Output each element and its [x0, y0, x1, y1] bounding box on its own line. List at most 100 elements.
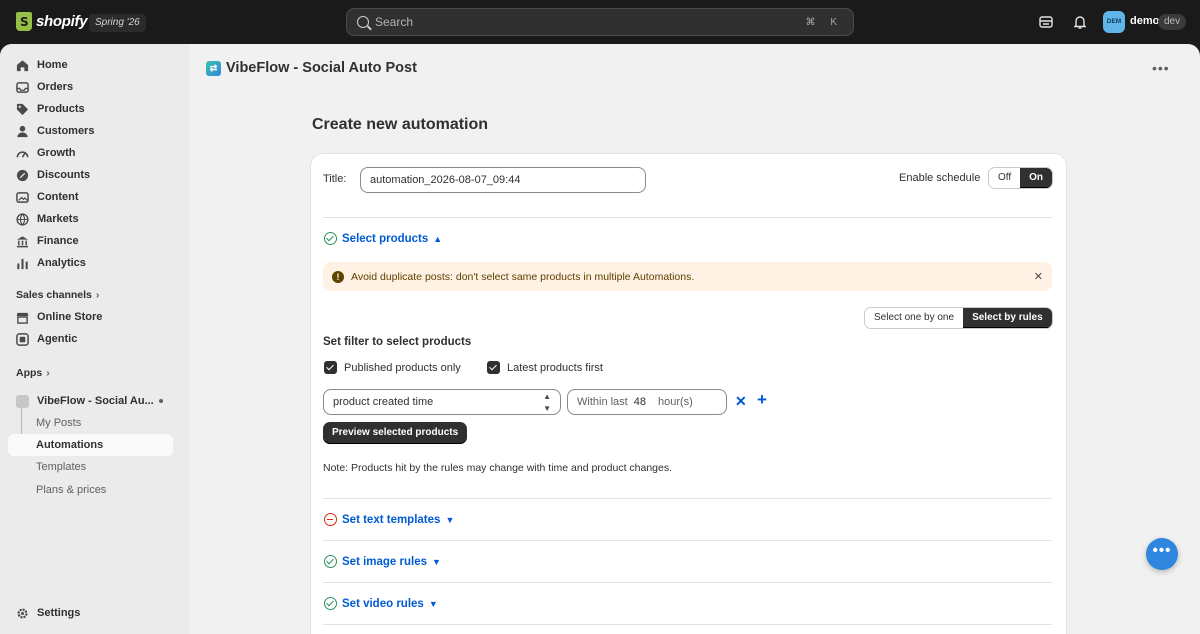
minus-circle-icon	[324, 513, 337, 526]
remove-rule-icon[interactable]: ✕	[735, 393, 747, 410]
sidebar-item-growth[interactable]: Growth	[8, 142, 173, 164]
divider	[323, 498, 1052, 499]
close-icon[interactable]: ✕	[1034, 270, 1043, 283]
preview-products-button[interactable]: Preview selected products	[323, 422, 468, 444]
chevron-right-icon: ›	[95, 289, 100, 301]
sidebar-item-label: Discounts	[37, 169, 91, 181]
sidebar-item-label: Products	[37, 103, 85, 115]
sidebar-item-home[interactable]: Home	[8, 54, 173, 76]
published-only-checkbox[interactable]: Published products only	[324, 361, 461, 374]
divider	[323, 540, 1052, 541]
check-circle-icon	[324, 555, 337, 568]
divider	[323, 624, 1052, 625]
pin-dot-icon[interactable]	[159, 399, 163, 403]
sidebar-item-finance[interactable]: Finance	[8, 230, 173, 252]
person-icon	[17, 125, 28, 137]
rules-note: Note: Products hit by the rules may chan…	[323, 462, 673, 474]
tag-icon	[16, 103, 29, 115]
vibeflow-app-icon	[16, 394, 29, 408]
sales-channels-heading[interactable]: Sales channels ›	[16, 289, 99, 301]
sidebar-item-label: Markets	[37, 213, 79, 225]
sidebar-item-online-store[interactable]: Online Store	[8, 306, 173, 328]
chevron-up-icon: ▲	[433, 233, 443, 244]
sidebar-subitem-automations[interactable]: Automations	[8, 434, 173, 456]
main-content: ⇄ VibeFlow - Social Auto Post ••• Create…	[190, 44, 1200, 634]
admin-frame: Home Orders Products Customers Growth Di…	[0, 44, 1200, 634]
chevron-right-icon: ›	[46, 367, 50, 379]
chevron-down-icon: ▼	[445, 514, 455, 525]
sidebar-item-content[interactable]: Content	[8, 186, 173, 208]
sidebar-item-vibeflow[interactable]: VibeFlow - Social Au...	[8, 390, 173, 412]
sidebar-item-label: Online Store	[37, 311, 103, 323]
bell-icon[interactable]	[1072, 14, 1088, 30]
store-icon[interactable]	[1038, 14, 1054, 30]
sidebar-item-agentic[interactable]: Agentic	[8, 328, 173, 350]
user-name[interactable]: demo	[1130, 15, 1159, 27]
apps-heading[interactable]: Apps ›	[16, 367, 50, 379]
sidebar-item-customers[interactable]: Customers	[8, 120, 173, 142]
schedule-off-button[interactable]: Off	[989, 168, 1021, 188]
sidebar-subitem-templates[interactable]: Templates	[8, 456, 173, 478]
within-hours-input[interactable]: Within last 48 hour(s)	[567, 389, 727, 415]
sidebar-item-label: Agentic	[37, 333, 78, 345]
check-circle-icon	[324, 232, 337, 245]
schedule-toggle: Off On	[988, 167, 1054, 189]
bar-chart-icon	[17, 258, 28, 269]
apps-label: Apps	[16, 367, 43, 379]
shopify-logo[interactable]: shopify	[16, 12, 88, 31]
divider	[323, 217, 1052, 218]
shopify-bag-icon	[16, 12, 32, 31]
checkbox-label: Published products only	[344, 361, 461, 374]
sidebar-item-orders[interactable]: Orders	[8, 76, 173, 98]
sidebar-item-analytics[interactable]: Analytics	[8, 252, 173, 274]
divider	[323, 582, 1052, 583]
sidebar-item-products[interactable]: Products	[8, 98, 173, 120]
checkbox-checked-icon	[324, 361, 337, 374]
select-by-rules-button[interactable]: Select by rules	[963, 308, 1052, 328]
sidebar-item-label: Settings	[37, 607, 81, 619]
avatar[interactable]: DEM	[1103, 11, 1125, 33]
schedule-on-button[interactable]: On	[1020, 168, 1053, 188]
agent-icon	[16, 332, 29, 346]
sidebar-item-settings[interactable]: Settings	[8, 602, 173, 624]
edition-badge: Spring '26	[89, 14, 146, 32]
add-rule-icon[interactable]: +	[757, 390, 767, 410]
title-label: Title:	[323, 173, 347, 185]
within-label: Within last	[577, 396, 628, 408]
content-icon	[16, 191, 29, 203]
sidebar-item-label: Analytics	[37, 257, 86, 269]
more-actions-icon[interactable]: •••	[1152, 60, 1170, 76]
app-title: VibeFlow - Social Auto Post	[226, 60, 417, 76]
inbox-icon	[16, 81, 29, 93]
home-icon	[16, 59, 29, 71]
video-rules-toggle[interactable]: Set video rules ▼	[324, 597, 438, 610]
text-templates-toggle[interactable]: Set text templates ▼	[324, 513, 454, 526]
sidebar-item-discounts[interactable]: Discounts	[8, 164, 173, 186]
sidebar-subitem-my-posts[interactable]: My Posts	[8, 412, 173, 434]
sidebar-subitem-plans[interactable]: Plans & prices	[8, 479, 173, 501]
select-products-toggle[interactable]: Select products ▲	[324, 232, 442, 245]
automation-form-card: Title: automation_2026-08-07_09:44 Enabl…	[311, 154, 1066, 634]
select-one-by-one-button[interactable]: Select one by one	[865, 308, 964, 328]
latest-first-checkbox[interactable]: Latest products first	[487, 361, 603, 374]
sidebar-item-label: Orders	[37, 81, 74, 93]
sidebar-item-markets[interactable]: Markets	[8, 208, 173, 230]
schedule-label: Enable schedule	[899, 172, 981, 184]
image-rules-toggle[interactable]: Set image rules ▼	[324, 555, 441, 568]
discount-icon	[16, 169, 29, 181]
search-bar[interactable]: Search ⌘ K	[346, 8, 854, 36]
title-input[interactable]: automation_2026-08-07_09:44	[360, 167, 646, 193]
chevron-down-icon: ▼	[428, 598, 438, 609]
vibeflow-logo-icon: ⇄	[206, 60, 221, 76]
section-label: Select products	[342, 232, 429, 245]
search-placeholder: Search	[375, 15, 414, 29]
rule-field-select[interactable]: product created time ▲ ▼	[323, 389, 561, 415]
user-badge: dev	[1158, 14, 1187, 30]
sidebar-item-label: Content	[37, 191, 79, 203]
sidebar-item-label: Growth	[37, 147, 76, 159]
sidebar: Home Orders Products Customers Growth Di…	[0, 44, 190, 634]
section-label: Set image rules	[342, 555, 428, 568]
within-unit: hour(s)	[658, 396, 693, 408]
chat-bubble-icon[interactable]: •••	[1146, 538, 1178, 570]
section-label: Set video rules	[342, 597, 424, 610]
